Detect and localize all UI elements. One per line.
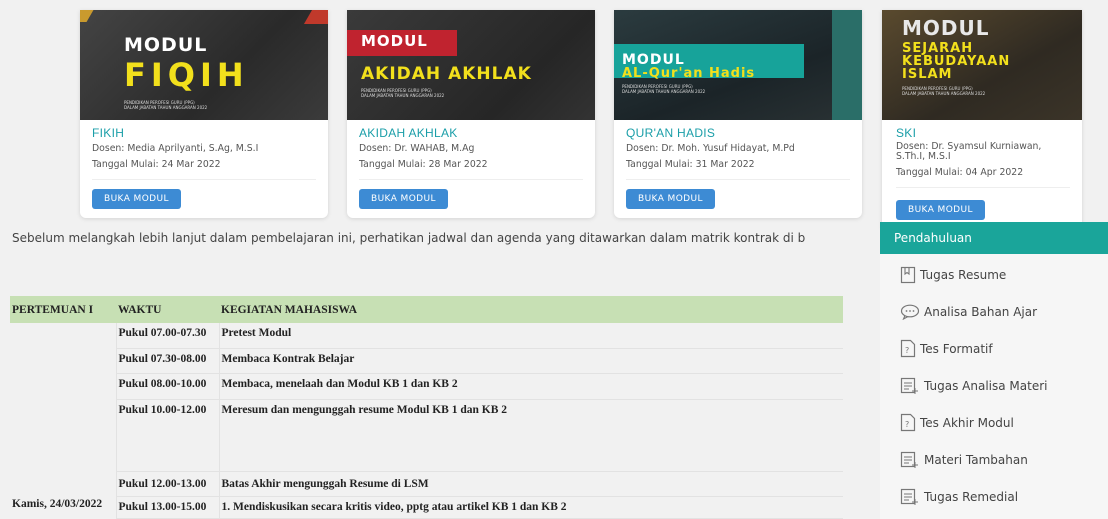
cover-title: FIQIH: [124, 56, 249, 94]
sidebar-header-pendahuluan[interactable]: Pendahuluan: [880, 222, 1108, 254]
cover-label: MODUL: [124, 34, 208, 56]
activity-cell: 1. Mendiskusikan secara kritis video, pp…: [219, 496, 843, 519]
sidebar-item-tugas-remedial[interactable]: Tugas Remedial: [880, 478, 1108, 515]
module-dosen: Dosen: Dr. Syamsul Kurniawan, S.Th.I, M.…: [896, 141, 1042, 162]
quiz-icon: ?: [900, 339, 916, 358]
time-cell: Pukul 13.00-15.00: [116, 496, 220, 519]
time-cell: Pukul 07.00-07.30: [116, 323, 220, 349]
assignment-icon: [900, 488, 918, 505]
divider: [896, 187, 1070, 188]
module-start-date: Tanggal Mulai: 04 Apr 2022: [896, 167, 1024, 178]
module-card-body: QUR'AN HADIS Dosen: Dr. Moh. Yusuf Hiday…: [614, 120, 862, 209]
activity-cell: Meresum dan mengunggah resume Modul KB 1…: [219, 399, 843, 472]
sidebar-item-label: Tes Akhir Modul: [920, 415, 1014, 430]
column-header: WAKTU: [116, 296, 219, 323]
module-cover-image[interactable]: MODUL AL-Qur'an Hadis PENDIDIKAN PEROFES…: [614, 10, 862, 120]
schedule-table: PERTEMUAN I WAKTU KEGIATAN MAHASISWA Kam…: [10, 296, 843, 519]
module-dosen: Dosen: Dr. WAHAB, M.Ag: [359, 143, 475, 154]
module-name[interactable]: FIKIH: [92, 126, 316, 140]
open-module-button[interactable]: BUKA MODUL: [359, 189, 448, 209]
open-module-button[interactable]: BUKA MODUL: [92, 189, 181, 209]
cover-label: MODUL: [361, 32, 428, 50]
quiz-icon: ?: [900, 413, 916, 432]
intro-paragraph: Sebelum melangkah lebih lanjut dalam pem…: [12, 231, 806, 245]
column-header: KEGIATAN MAHASISWA: [219, 296, 843, 323]
module-name[interactable]: AKIDAH AKHLAK: [359, 126, 583, 140]
cover-subtitle: PENDIDIKAN PEROFESI GURU (PPG) DALAM JABA…: [361, 88, 445, 98]
time-cell: Pukul 12.00-13.00: [116, 471, 220, 497]
svg-text:?: ?: [905, 420, 909, 429]
sidebar-item-tes-formatif[interactable]: ? Tes Formatif: [880, 330, 1108, 367]
meeting-date-cell: Kamis, 24/03/2022: [10, 323, 117, 518]
divider: [359, 179, 583, 180]
module-sidebar: Pendahuluan Tugas Resume Analisa Bahan A…: [880, 222, 1108, 519]
module-name[interactable]: QUR'AN HADIS: [626, 126, 850, 140]
sidebar-item-label: Materi Tambahan: [924, 452, 1028, 467]
module-card-ski: MODUL SEJARAH KEBUDAYAAN ISLAM PENDIDIKA…: [882, 10, 1082, 228]
cover-title: AL-Qur'an Hadis: [622, 66, 756, 81]
svg-text:?: ?: [905, 346, 909, 355]
table-row: Pukul 07.30-08.00 Membaca Kontrak Belaja…: [10, 348, 843, 374]
table-row: Pukul 13.00-15.00 1. Mendiskusikan secar…: [10, 496, 843, 519]
cover-title: SEJARAH KEBUDAYAAN ISLAM: [902, 41, 1011, 82]
activity-cell: Membaca, menelaah dan Modul KB 1 dan KB …: [219, 373, 843, 400]
open-module-button[interactable]: BUKA MODUL: [896, 200, 985, 220]
table-row: Pukul 12.00-13.00 Batas Akhir mengunggah…: [10, 471, 843, 497]
sidebar-item-label: Tugas Resume: [920, 267, 1007, 282]
module-cover-image[interactable]: MODUL SEJARAH KEBUDAYAAN ISLAM PENDIDIKA…: [882, 10, 1082, 120]
table-header-row: PERTEMUAN I WAKTU KEGIATAN MAHASISWA: [10, 296, 843, 323]
cover-label: MODUL: [902, 16, 990, 40]
activity-cell: Membaca Kontrak Belajar: [219, 348, 843, 374]
activity-cell: Pretest Modul: [219, 323, 843, 349]
column-header: PERTEMUAN I: [10, 296, 116, 323]
divider: [92, 179, 316, 180]
bookmark-icon: [900, 266, 916, 283]
module-cover-image[interactable]: MODUL AKIDAH AKHLAK PENDIDIKAN PEROFESI …: [347, 10, 595, 120]
open-module-button[interactable]: BUKA MODUL: [626, 189, 715, 209]
time-cell: Pukul 10.00-12.00: [116, 399, 220, 472]
cover-subtitle: PENDIDIKAN PEROFESI GURU (PPG) DALAM JABA…: [902, 86, 986, 96]
module-start-date: Tanggal Mulai: 24 Mar 2022: [92, 159, 221, 170]
module-card-quran-hadis: MODUL AL-Qur'an Hadis PENDIDIKAN PEROFES…: [614, 10, 862, 218]
sidebar-item-tugas-analisa-materi[interactable]: Tugas Analisa Materi: [880, 367, 1108, 404]
module-dosen: Dosen: Media Aprilyanti, S.Ag, M.S.I: [92, 143, 259, 154]
sidebar-item-analisa-bahan-ajar[interactable]: Analisa Bahan Ajar: [880, 293, 1108, 330]
module-card-body: AKIDAH AKHLAK Dosen: Dr. WAHAB, M.Ag Tan…: [347, 120, 595, 209]
sidebar-item-tes-akhir-modul[interactable]: ? Tes Akhir Modul: [880, 404, 1108, 441]
cover-subtitle: PENDIDIKAN PEROFESI GURU (PPG) DALAM JABA…: [622, 84, 706, 94]
table-row: Pukul 10.00-12.00 Meresum dan mengunggah…: [10, 399, 843, 472]
table-row: Pukul 08.00-10.00 Membaca, menelaah dan …: [10, 373, 843, 400]
assignment-icon: [900, 451, 918, 468]
sidebar-item-label: Tugas Remedial: [924, 489, 1019, 504]
divider: [626, 179, 850, 180]
sidebar-item-materi-tambahan[interactable]: Materi Tambahan: [880, 441, 1108, 478]
module-start-date: Tanggal Mulai: 28 Mar 2022: [359, 159, 488, 170]
page: MODUL FIQIH PENDIDIKAN PEROFESI GURU (PP…: [0, 0, 1108, 519]
module-card-body: SKI Dosen: Dr. Syamsul Kurniawan, S.Th.I…: [882, 120, 1082, 220]
module-card-fikih: MODUL FIQIH PENDIDIKAN PEROFESI GURU (PP…: [80, 10, 328, 218]
time-cell: Pukul 08.00-10.00: [116, 373, 220, 400]
sidebar-item-label: Tes Formatif: [920, 341, 993, 356]
time-cell: Pukul 07.30-08.00: [116, 348, 220, 374]
activity-cell: Batas Akhir mengunggah Resume di LSM: [219, 471, 843, 497]
cover-subtitle: PENDIDIKAN PEROFESI GURU (PPG) DALAM JABA…: [124, 100, 208, 110]
sidebar-item-label: Tugas Analisa Materi: [924, 378, 1048, 393]
table-row: Kamis, 24/03/2022 Pukul 07.00-07.30 Pret…: [10, 323, 843, 518]
cover-title: AKIDAH AKHLAK: [361, 64, 532, 84]
module-card-akidah-akhlak: MODUL AKIDAH AKHLAK PENDIDIKAN PEROFESI …: [347, 10, 595, 218]
assignment-icon: [900, 377, 918, 394]
chat-bubble-icon: [900, 304, 920, 320]
module-card-body: FIKIH Dosen: Media Aprilyanti, S.Ag, M.S…: [80, 120, 328, 209]
module-start-date: Tanggal Mulai: 31 Mar 2022: [626, 159, 755, 170]
sidebar-item-tugas-resume[interactable]: Tugas Resume: [880, 256, 1108, 293]
module-name[interactable]: SKI: [896, 126, 1070, 140]
sidebar-item-label: Analisa Bahan Ajar: [924, 304, 1038, 319]
module-dosen: Dosen: Dr. Moh. Yusuf Hidayat, M.Pd: [626, 143, 795, 154]
module-cover-image[interactable]: MODUL FIQIH PENDIDIKAN PEROFESI GURU (PP…: [80, 10, 328, 120]
